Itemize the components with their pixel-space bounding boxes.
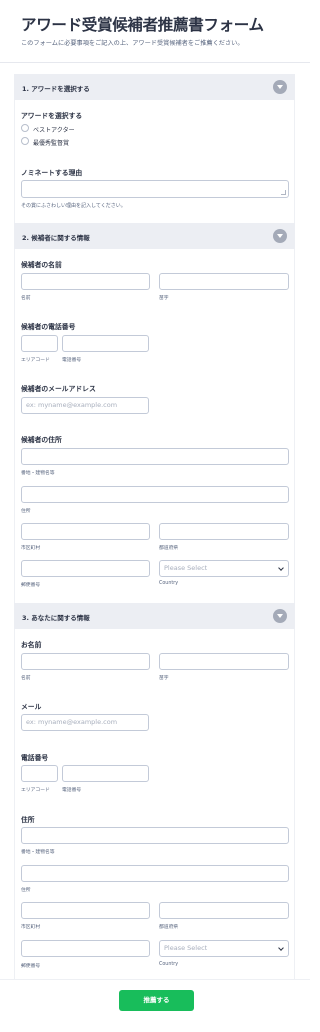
nominator-phone-label: 電話番号 <box>21 754 49 762</box>
phone-number-sublabel: 電話番号 <box>62 358 82 363</box>
section-header-award[interactable]: 1. アワードを選択する <box>14 74 295 100</box>
country-select-value: Please Select <box>164 564 208 572</box>
candidate-area-code-input[interactable] <box>21 335 58 352</box>
nominator-address-label: 住所 <box>21 816 35 824</box>
candidate-address-label: 候補者の住所 <box>21 436 62 444</box>
form-title: アワード受賞候補者推薦書フォーム <box>21 16 264 34</box>
nominator-street1-input[interactable] <box>21 827 289 844</box>
street1-sublabel: 番地・建物名等 <box>21 471 55 476</box>
chevron-down-icon <box>278 945 284 951</box>
nominator-email-input[interactable]: ex: myname@example.com <box>21 714 149 731</box>
first-name-sublabel: 名前 <box>21 296 31 301</box>
first-name-sublabel: 名前 <box>21 676 31 681</box>
chevron-down-icon <box>278 565 284 571</box>
collapse-chevron-icon[interactable] <box>273 80 287 94</box>
radio-best-actor[interactable] <box>21 124 29 132</box>
candidate-state-input[interactable] <box>159 523 289 540</box>
reason-help: その賞にふさわしい理由を記入してください。 <box>21 203 126 209</box>
section-title: 1. アワードを選択する <box>22 85 90 93</box>
section-title: 2. 候補者に関する情報 <box>22 234 90 242</box>
last-name-sublabel: 苗字 <box>159 296 169 301</box>
header-divider <box>0 62 310 63</box>
award-label: アワードを選択する <box>21 112 83 120</box>
last-name-sublabel: 苗字 <box>159 676 169 681</box>
candidate-last-name-input[interactable] <box>159 273 289 290</box>
candidate-street1-input[interactable] <box>21 448 289 465</box>
country-sublabel: Country <box>159 962 179 967</box>
candidate-phone-input[interactable] <box>62 335 149 352</box>
country-select-value: Please Select <box>164 944 208 952</box>
nominator-first-name-input[interactable] <box>21 653 150 670</box>
candidate-street2-input[interactable] <box>21 486 289 503</box>
resize-grip-icon[interactable] <box>281 190 286 195</box>
country-sublabel: Country <box>159 581 179 586</box>
radio-best-director[interactable] <box>21 137 29 145</box>
collapse-chevron-icon[interactable] <box>273 609 287 623</box>
candidate-email-input[interactable]: ex: myname@example.com <box>21 397 149 414</box>
nominator-email-label: メール <box>21 703 42 711</box>
nominator-state-input[interactable] <box>159 902 289 919</box>
submit-button[interactable]: 推薦する <box>119 990 194 1011</box>
reason-label: ノミネートする理由 <box>21 169 83 177</box>
city-sublabel: 市区町村 <box>21 546 41 551</box>
form-subtitle: このフォームに必要事項をご記入の上、アワード受賞候補者をご推薦ください。 <box>21 40 244 47</box>
street2-sublabel: 住所 <box>21 888 31 893</box>
collapse-chevron-icon[interactable] <box>273 229 287 243</box>
street2-sublabel: 住所 <box>21 509 31 514</box>
nominator-area-code-input[interactable] <box>21 765 58 782</box>
radio-label-best-director: 最優秀監督賞 <box>33 140 70 147</box>
phone-number-sublabel: 電話番号 <box>62 788 82 793</box>
nominator-street2-input[interactable] <box>21 865 289 882</box>
section-header-nominator[interactable]: 3. あなたに関する情報 <box>14 603 295 629</box>
section-title: 3. あなたに関する情報 <box>22 614 90 622</box>
nominator-last-name-input[interactable] <box>159 653 289 670</box>
section-header-candidate[interactable]: 2. 候補者に関する情報 <box>14 223 295 249</box>
postal-sublabel: 郵便番号 <box>21 964 41 969</box>
nominator-phone-input[interactable] <box>62 765 149 782</box>
radio-label-best-actor: ベストアクター <box>33 127 75 134</box>
postal-sublabel: 郵便番号 <box>21 583 41 588</box>
nominator-city-input[interactable] <box>21 902 150 919</box>
nominator-country-select[interactable]: Please Select <box>159 940 289 957</box>
candidate-country-select[interactable]: Please Select <box>159 560 289 577</box>
street1-sublabel: 番地・建物名等 <box>21 850 55 855</box>
candidate-email-label: 候補者のメールアドレス <box>21 385 96 393</box>
candidate-city-input[interactable] <box>21 523 150 540</box>
city-sublabel: 市区町村 <box>21 925 41 930</box>
candidate-name-label: 候補者の名前 <box>21 261 62 269</box>
state-sublabel: 都道府県 <box>159 546 179 551</box>
area-code-sublabel: エリアコード <box>21 358 50 363</box>
candidate-first-name-input[interactable] <box>21 273 150 290</box>
area-code-sublabel: エリアコード <box>21 788 50 793</box>
candidate-postal-input[interactable] <box>21 560 150 577</box>
state-sublabel: 都道府県 <box>159 925 179 930</box>
nominator-name-label: お名前 <box>21 641 42 649</box>
reason-textarea[interactable] <box>21 180 289 198</box>
candidate-phone-label: 候補者の電話番号 <box>21 323 76 331</box>
nominator-postal-input[interactable] <box>21 940 150 957</box>
